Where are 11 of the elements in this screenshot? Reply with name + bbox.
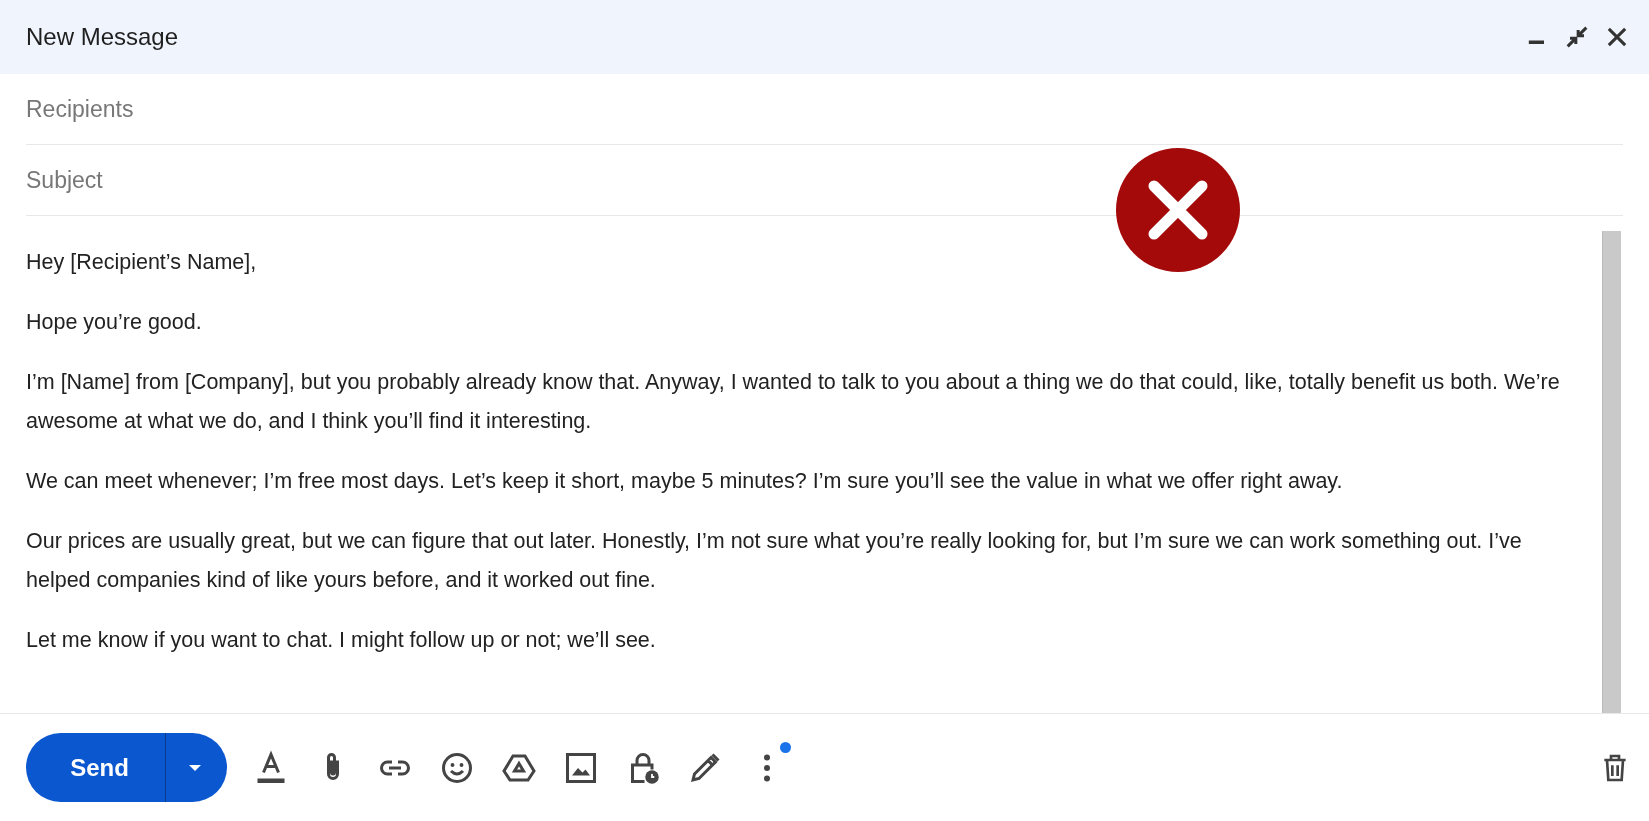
recipients-field[interactable]: Recipients bbox=[26, 74, 1623, 145]
body-paragraph: Hope you’re good. bbox=[26, 309, 203, 336]
body-paragraph: We can meet whenever; I’m free most days. Let’s keep it short, maybe 5 minutes? I’m sure you’ll see the value in what we offer right away. bbox=[26, 468, 1344, 495]
scrollbar[interactable] bbox=[1602, 231, 1621, 713]
body-paragraph: Let me know if you want to chat. I might follow up or not; we’ll see. bbox=[26, 627, 657, 654]
window-title: New Message bbox=[26, 23, 179, 51]
send-button[interactable]: Send bbox=[26, 733, 165, 802]
send-options-button[interactable] bbox=[165, 733, 227, 802]
body-paragraph: Our prices are usually great, but we can figure that out later. Honestly, I’m not sure what you’re really looking for, but I’m sure we can work something out. I’ve helped companies kind of like yours before, and it worked out fine. bbox=[26, 528, 1523, 594]
body-paragraph: Hey [Recipient’s Name], bbox=[26, 249, 258, 276]
body-paragraph: I’m [Name] from [Company], but you probably already know that. Anyway, I wanted to talk to you about a thing we do that could, like, totally benefit us both. We’re awesome at what we do, and I think you’ll find it interesting. bbox=[26, 369, 1561, 435]
